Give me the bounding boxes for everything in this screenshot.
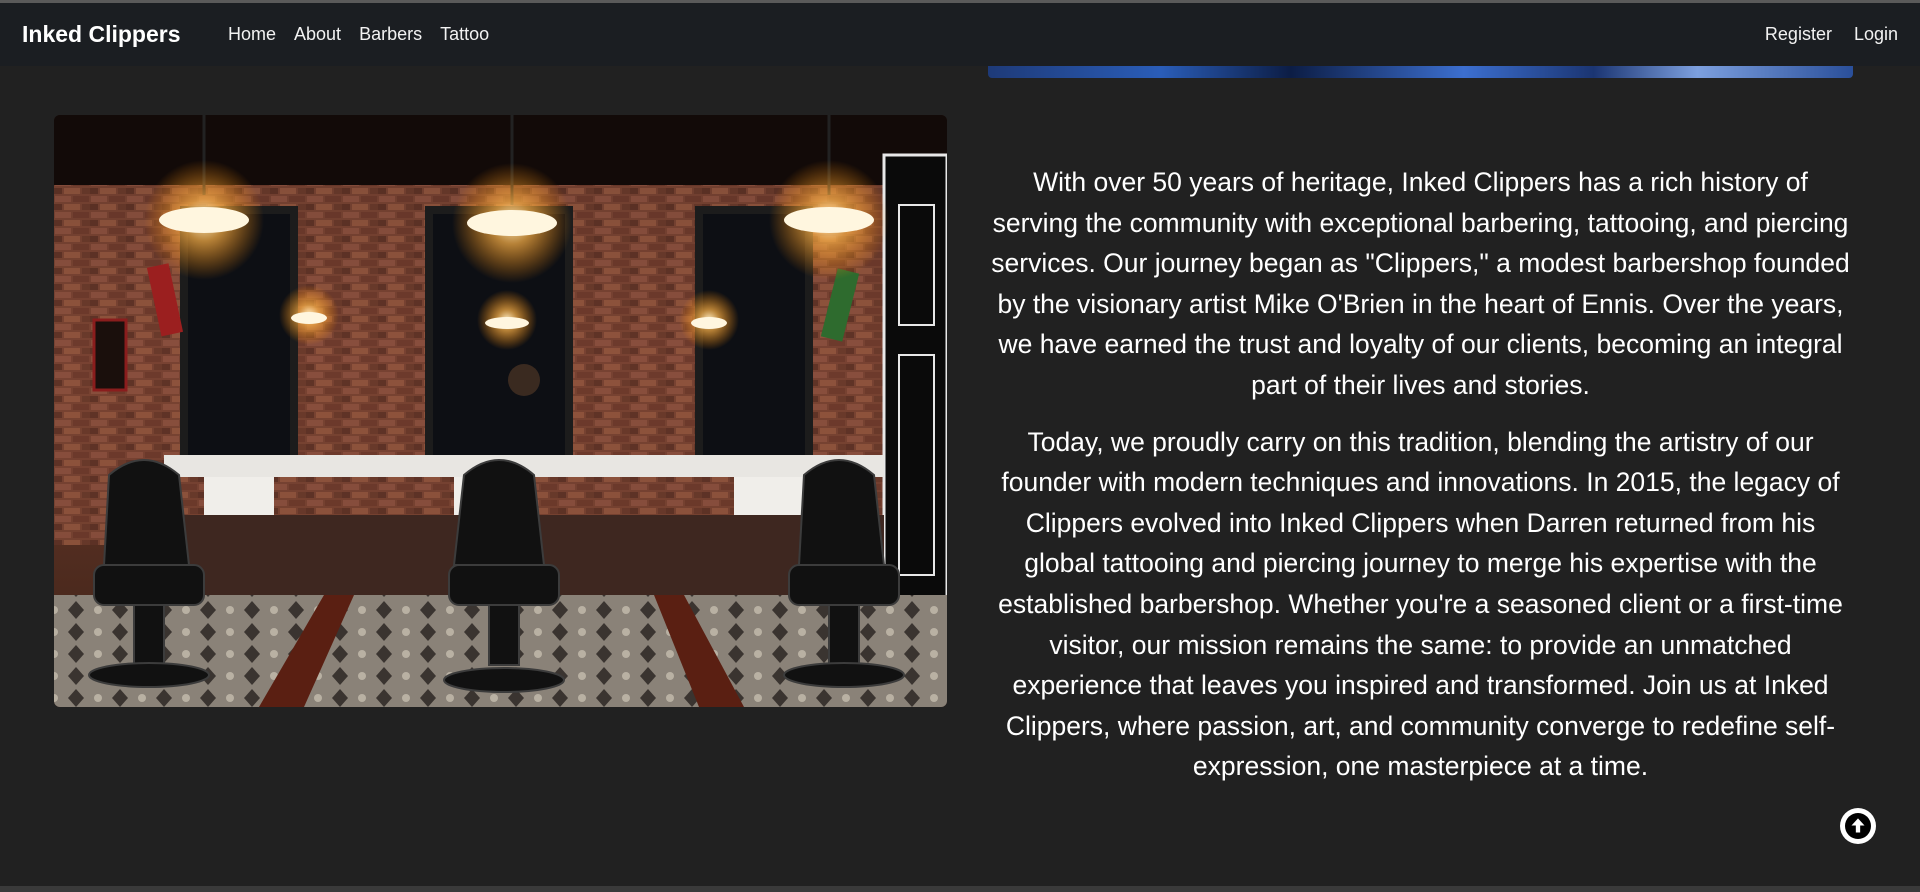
barbershop-photo: [54, 115, 947, 707]
nav-link-tattoo[interactable]: Tattoo: [440, 24, 489, 45]
previous-section-image-edge: [988, 66, 1853, 78]
window-bottom-edge: [0, 886, 1920, 892]
nav-link-about[interactable]: About: [294, 24, 341, 45]
nav-link-home[interactable]: Home: [228, 24, 276, 45]
login-link[interactable]: Login: [1854, 24, 1898, 45]
nav-link-barbers[interactable]: Barbers: [359, 24, 422, 45]
navbar: Inked Clippers Home About Barbers Tattoo…: [0, 3, 1920, 66]
scroll-to-top-button[interactable]: [1840, 808, 1876, 844]
nav-auth-links: Register Login: [1743, 24, 1898, 45]
brand-logo[interactable]: Inked Clippers: [22, 21, 180, 48]
about-paragraph: With over 50 years of heritage, Inked Cl…: [991, 167, 1850, 400]
about-text: With over 50 years of heritage, Inked Cl…: [988, 162, 1853, 803]
nav-links: Home About Barbers Tattoo: [228, 24, 507, 45]
about-paragraph: Today, we proudly carry on this traditio…: [998, 426, 1843, 782]
barbershop-interior-illustration: [54, 115, 947, 707]
arrow-up-circle-icon: [1845, 813, 1871, 839]
register-link[interactable]: Register: [1765, 24, 1832, 45]
